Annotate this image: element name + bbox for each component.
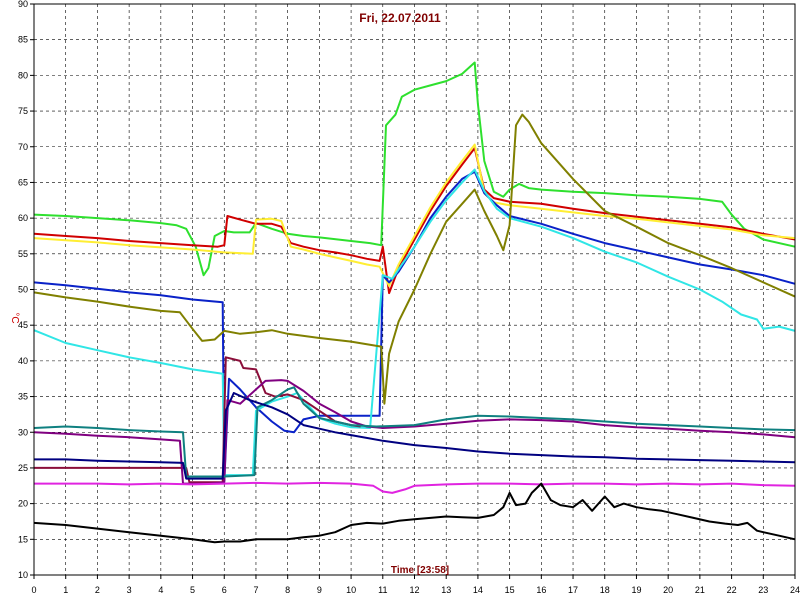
y-tick-label: 10: [18, 570, 28, 580]
x-axis-label: Time [23:58]: [391, 565, 449, 576]
x-tick-label: 13: [441, 585, 451, 595]
y-tick-label: 65: [18, 177, 28, 187]
y-tick-label: 40: [18, 356, 28, 366]
x-tick-label: 15: [505, 585, 515, 595]
y-tick-label: 55: [18, 249, 28, 259]
y-tick-label: 20: [18, 499, 28, 509]
y-tick-label: 70: [18, 142, 28, 152]
x-tick-label: 16: [536, 585, 546, 595]
x-tick-label: 17: [568, 585, 578, 595]
y-tick-label: 75: [18, 106, 28, 116]
y-axis-label: °C: [9, 312, 20, 323]
x-tick-label: 3: [127, 585, 132, 595]
y-tick-label: 30: [18, 427, 28, 437]
y-tick-label: 15: [18, 534, 28, 544]
y-tick-label: 25: [18, 463, 28, 473]
x-tick-label: 12: [409, 585, 419, 595]
x-tick-label: 24: [790, 585, 800, 595]
x-tick-label: 1: [63, 585, 68, 595]
x-tick-label: 5: [190, 585, 195, 595]
x-tick-label: 2: [95, 585, 100, 595]
x-tick-label: 7: [253, 585, 258, 595]
chart-title: Fri, 22.07.2011: [359, 11, 441, 25]
y-tick-label: 80: [18, 70, 28, 80]
x-tick-label: 14: [473, 585, 483, 595]
x-tick-label: 9: [317, 585, 322, 595]
y-tick-label: 90: [18, 0, 28, 9]
x-tick-label: 11: [378, 585, 387, 595]
x-tick-label: 8: [285, 585, 290, 595]
x-tick-label: 21: [695, 585, 705, 595]
x-tick-label: 20: [663, 585, 673, 595]
x-tick-label: 22: [727, 585, 737, 595]
x-tick-label: 19: [631, 585, 641, 595]
y-tick-label: 50: [18, 285, 28, 295]
x-tick-label: 6: [222, 585, 227, 595]
temperature-line-chart: 0 1 2 3 4 5 6 7 8 9 10 11 12 13 14 15 16 17 18 19 20 21 22 23 24…: [0, 0, 800, 600]
x-tick-label: 23: [758, 585, 768, 595]
x-tick-label: 0: [31, 585, 36, 595]
y-tick-label: 85: [18, 35, 28, 45]
x-tick-label: 10: [346, 585, 356, 595]
x-tick-label: 4: [158, 585, 163, 595]
plot-background: [0, 0, 800, 600]
x-tick-label: 18: [600, 585, 610, 595]
y-tick-label: 60: [18, 213, 28, 223]
y-tick-label: 35: [18, 392, 28, 402]
